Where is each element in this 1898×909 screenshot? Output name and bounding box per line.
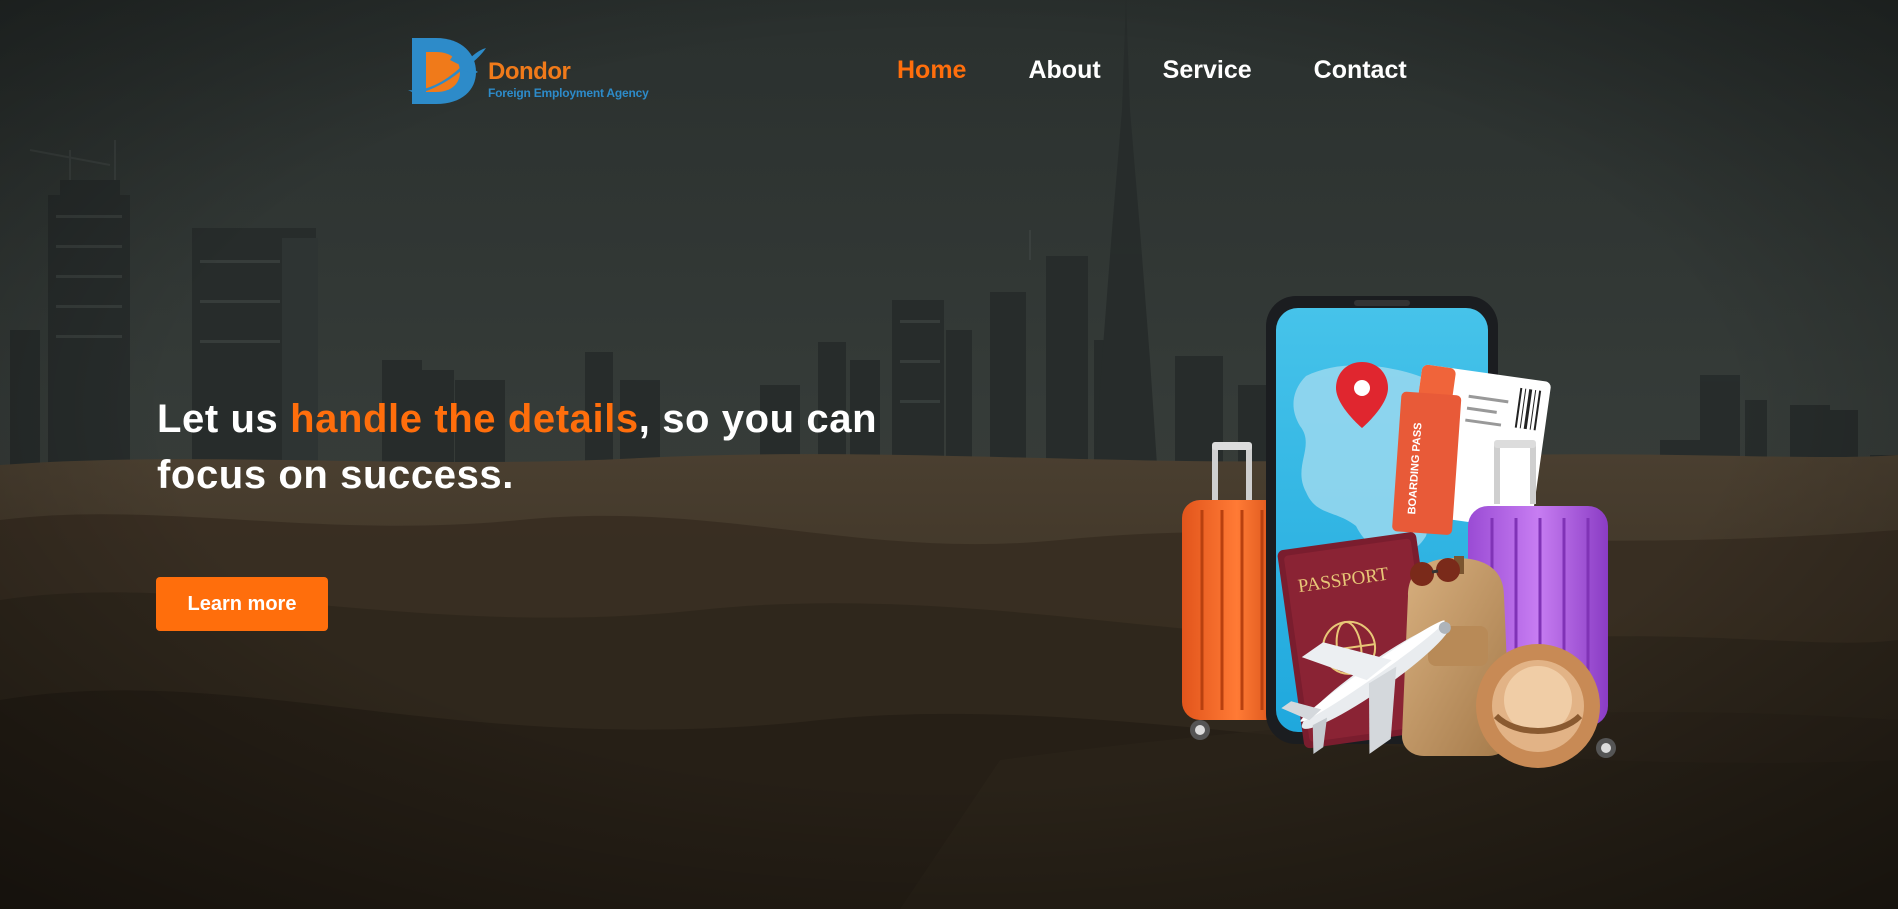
nav-service-link[interactable]: Service (1163, 52, 1252, 88)
sun-hat (1476, 644, 1600, 768)
nav-home-link[interactable]: Home (897, 52, 966, 88)
brand-name: Dondor (488, 58, 571, 85)
learn-more-button[interactable]: Learn more (156, 577, 328, 631)
airplane-d-logo-icon (408, 38, 486, 104)
hero-section: Dondor Foreign Employment Agency Home Ab… (0, 0, 1898, 909)
headline-accent-text: handle the details (290, 397, 639, 441)
main-nav: Home About Service Contact (897, 52, 1407, 88)
headline-lead-text: Let us (157, 397, 291, 441)
nav-contact-link[interactable]: Contact (1314, 52, 1407, 88)
travel-items-illustration-icon: BOARDING PASS BOARDING PASS (1182, 296, 1616, 768)
nav-about-link[interactable]: About (1028, 52, 1100, 88)
hero-headline: Let us handle the details, so you can fo… (157, 391, 897, 503)
brand-logo[interactable]: Dondor Foreign Employment Agency (406, 34, 649, 106)
brand-tagline: Foreign Employment Agency (488, 86, 649, 100)
